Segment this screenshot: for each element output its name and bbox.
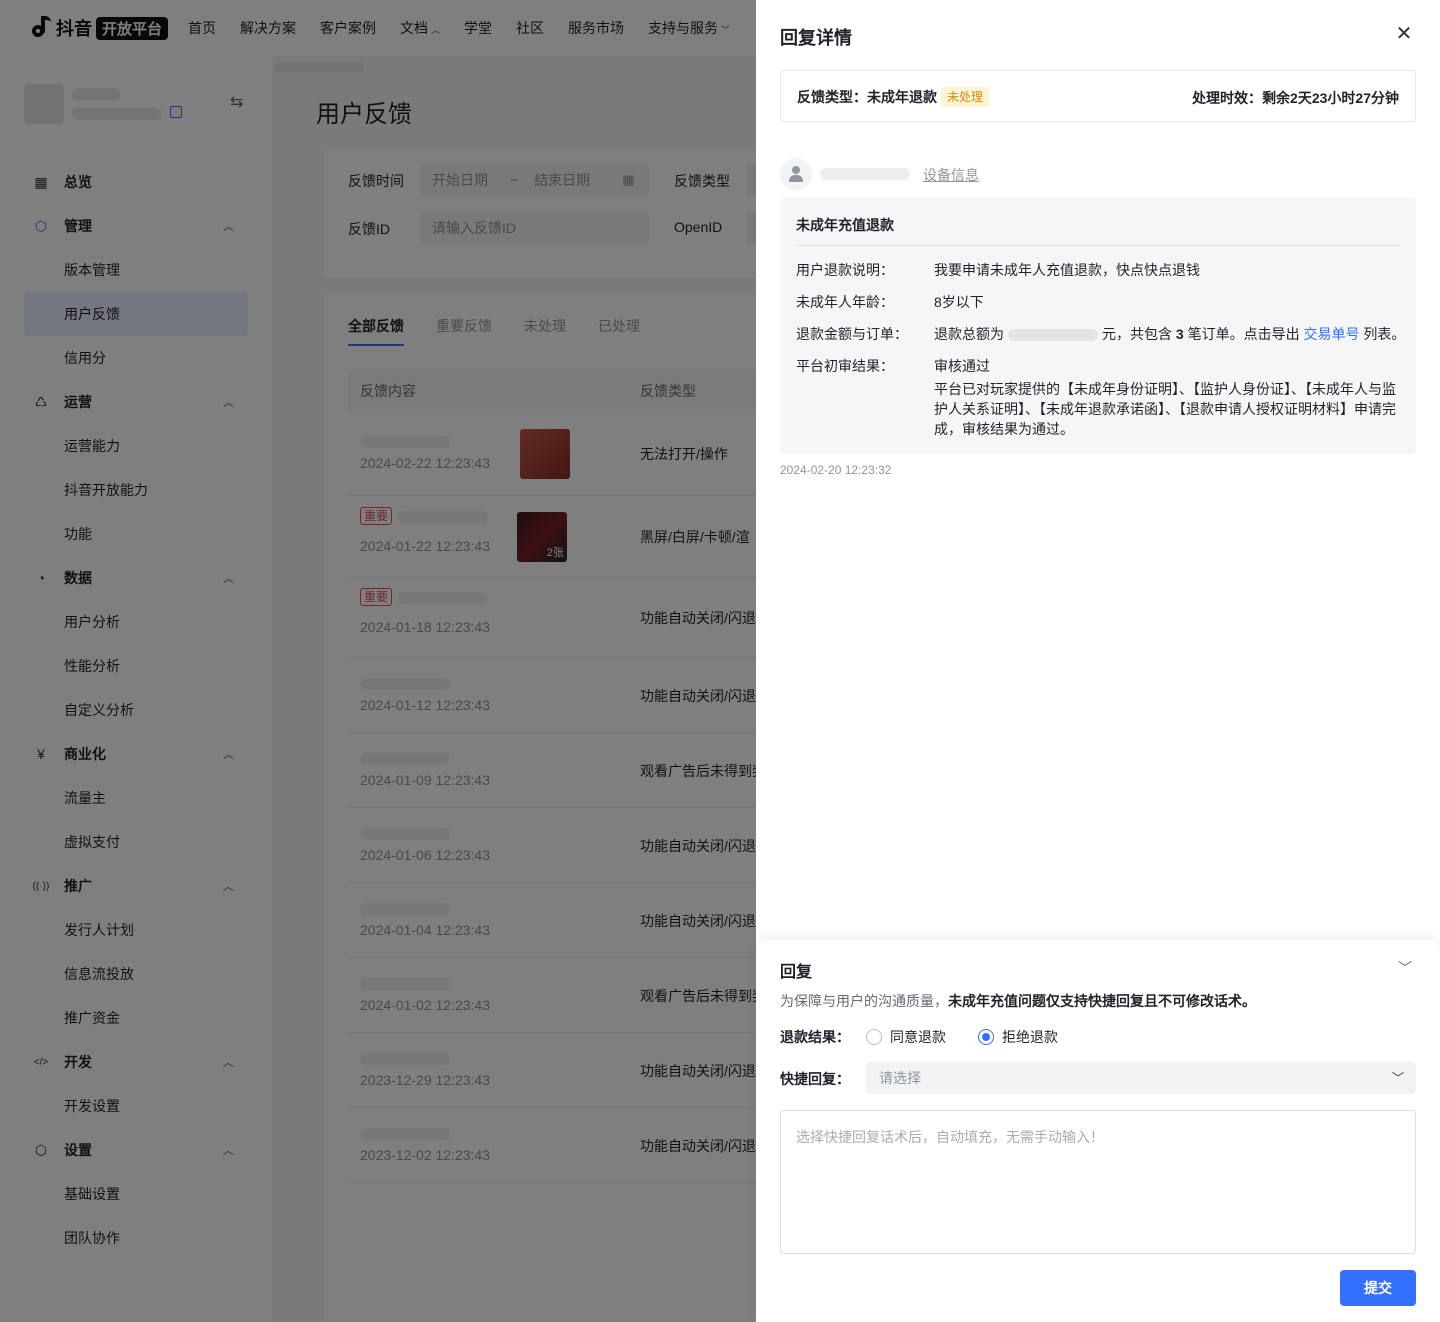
deadline-label: 处理时效：: [1192, 90, 1263, 106]
amount-tail: 列表。: [1363, 326, 1406, 342]
detail-title: 未成年充值退款: [796, 217, 894, 233]
deadline-value: 剩余2天23小时27分钟: [1262, 90, 1399, 106]
feedback-type-value: 未成年退款: [867, 89, 937, 105]
device-info-link[interactable]: 设备信息: [923, 165, 979, 185]
amount-placeholder: [1008, 329, 1098, 342]
quick-reply-label: 快捷回复：: [780, 1071, 850, 1087]
feedback-summary: 反馈类型： 未成年退款 未处理 处理时效：剩余2天23小时27分钟: [780, 70, 1416, 122]
quick-reply-placeholder: 请选择: [879, 1070, 921, 1086]
status-badge: 未处理: [941, 87, 990, 107]
reply-detail-drawer: 回复详情 ✕ 反馈类型： 未成年退款 未处理 处理时效：剩余2天23小时27分钟…: [756, 0, 1440, 1322]
feedback-type-label: 反馈类型：: [797, 89, 867, 105]
radio-dot: [866, 1029, 882, 1045]
amount-suffix: 笔订单。点击导出: [1187, 326, 1300, 342]
reply-hint-bold: 未成年充值问题仅支持快捷回复且不可修改话术。: [948, 993, 1256, 1009]
reason-label: 用户退款说明：: [796, 262, 894, 278]
reply-title: 回复: [780, 964, 813, 981]
chevron-down-icon[interactable]: ﹀: [1398, 958, 1412, 978]
amount-label: 退款金额与订单：: [796, 326, 908, 342]
reason-value: 我要申请未成年人充值退款，快点快点退钱: [934, 262, 1200, 278]
submit-button[interactable]: 提交: [1340, 1270, 1416, 1306]
radio-agree-label: 同意退款: [890, 1029, 946, 1045]
reply-hint-text: 为保障与用户的沟通质量，: [780, 993, 948, 1009]
order-count: 3: [1175, 326, 1184, 342]
result-value: 审核通过: [934, 358, 990, 374]
reply-panel: 回复 ﹀ 为保障与用户的沟通质量，未成年充值问题仅支持快捷回复且不可修改话术。 …: [756, 940, 1440, 1322]
export-orders-link[interactable]: 交易单号: [1303, 326, 1359, 342]
radio-reject-label: 拒绝退款: [1002, 1029, 1058, 1045]
amount-prefix: 退款总额为: [934, 326, 1004, 342]
result-label: 平台初审结果：: [796, 358, 894, 374]
chevron-down-icon: ﹀: [1391, 1071, 1404, 1085]
user-avatar-icon: [780, 158, 812, 190]
reply-textarea[interactable]: [780, 1110, 1416, 1254]
reply-hint: 为保障与用户的沟通质量，未成年充值问题仅支持快捷回复且不可修改话术。: [780, 991, 1256, 1011]
feedback-timestamp: 2024-02-20 12:23:32: [780, 463, 892, 477]
quick-reply-select[interactable]: 请选择 ﹀: [866, 1062, 1416, 1094]
feedback-type: 反馈类型： 未成年退款 未处理: [797, 87, 990, 107]
radio-reject-refund[interactable]: 拒绝退款: [978, 1027, 1058, 1047]
radio-agree-refund[interactable]: 同意退款: [866, 1027, 946, 1047]
drawer-title: 回复详情: [780, 28, 852, 48]
radio-dot: [978, 1029, 994, 1045]
refund-result-label: 退款结果：: [780, 1029, 850, 1045]
amount-value: 退款总额为 元，共包含 3 笔订单。点击导出 交易单号 列表。: [934, 324, 1405, 344]
user-name-placeholder: [820, 168, 910, 180]
refund-detail-card: 未成年充值退款 用户退款说明： 我要申请未成年人充值退款，快点快点退钱 未成年人…: [780, 198, 1416, 454]
detail-divider: [796, 245, 1400, 246]
age-value: 8岁以下: [934, 294, 984, 310]
close-icon[interactable]: ✕: [1394, 24, 1414, 44]
deadline: 处理时效：剩余2天23小时27分钟: [1192, 88, 1399, 108]
user-info: 设备信息: [780, 158, 1416, 190]
result-description: 平台已对玩家提供的【未成年身份证明】、【监护人身份证】、【未成年人与监护人关系证…: [934, 381, 1396, 437]
amount-mid: 元，共包含: [1102, 326, 1172, 342]
age-label: 未成年人年龄：: [796, 294, 894, 310]
